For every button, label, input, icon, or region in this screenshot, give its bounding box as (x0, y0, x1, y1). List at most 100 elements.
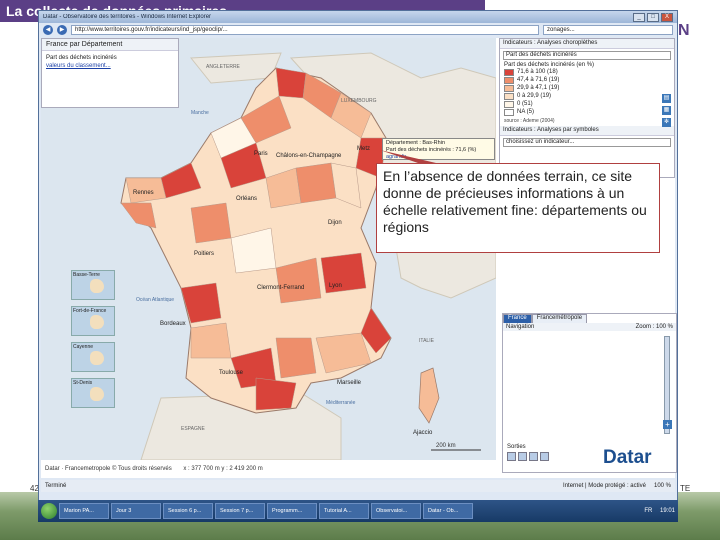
indicator-select[interactable]: Part des déchets incinérés (503, 51, 671, 60)
indicator-header: Indicateurs : Analyses choroplèthes (500, 39, 674, 49)
city-label: Orléans (236, 196, 258, 202)
city-label: Paris (254, 151, 268, 157)
legend-label: 29,9 à 47,1 (19) (517, 85, 560, 91)
legend-item: 0 (51) (500, 100, 674, 108)
legend-swatch (504, 92, 514, 100)
sea-label: Manche (191, 110, 209, 116)
legend-swatch (504, 100, 514, 108)
panel-title: France par Département (42, 39, 178, 51)
taskbar-item[interactable]: Jour 3 (111, 503, 161, 519)
zoom-level[interactable]: 100 % (654, 483, 671, 489)
map-footer: Datar · Francemetropole © Tous droits ré… (41, 464, 496, 475)
settings-icon[interactable]: ✻ (662, 118, 671, 127)
legend-item: 47,4 à 71,6 (19) (500, 76, 674, 84)
indicator-panel: Indicateurs : Analyses choroplèthes Part… (499, 38, 675, 178)
start-button[interactable] (41, 503, 57, 519)
taskbar: Marion PA... Jour 3 Session 6 p... Sessi… (38, 500, 678, 522)
legend-label: 0 à 29,9 (19) (517, 93, 552, 99)
minimize-button[interactable]: _ (633, 12, 645, 22)
close-button[interactable]: X (661, 12, 673, 22)
left-info-panel: France par Département Part des déchets … (41, 38, 179, 108)
table-icon[interactable]: ▤ (662, 94, 671, 103)
slide-footer-text: TE (680, 484, 691, 493)
sea-label: Méditerranée (326, 400, 356, 406)
legend-item: 29,9 à 47,1 (19) (500, 84, 674, 92)
slide-logo: N (678, 22, 690, 39)
legend: 71,6 à 100 (18) 47,4 à 71,6 (19) 29,9 à 47… (500, 68, 674, 116)
system-tray: FR 19:01 (644, 508, 675, 514)
legend-swatch (504, 84, 514, 92)
address-bar: ◀ ▶ http://www.territoires.gouv.fr/indic… (39, 23, 677, 36)
taskbar-item[interactable]: Session 6 p... (163, 503, 213, 519)
city-label: Toulouse (219, 370, 244, 376)
legend-swatch (504, 108, 514, 116)
security-zone: Internet | Mode protégé : activé (563, 483, 646, 489)
legend-label: 47,4 à 71,6 (19) (517, 77, 560, 83)
zoom-label: Zoom : 100 % (635, 324, 673, 330)
navigation-panel: France Francemétropole Navigation Zoom :… (502, 313, 677, 473)
chart-icon[interactable]: ▦ (662, 106, 671, 115)
overseas-insets: Basse-Terre Fort-de-France Cayenne St-De… (71, 270, 117, 450)
symbol-select[interactable]: choisissez un indicateur... (503, 138, 671, 147)
navigation-label: Navigation (506, 324, 535, 330)
taskbar-item[interactable]: Tutorial A... (319, 503, 369, 519)
city-label: Clermont-Ferrand (257, 285, 305, 291)
city-label: Ajaccio (413, 430, 433, 436)
city-label: Lyon (329, 283, 342, 289)
legend-swatch (504, 76, 514, 84)
city-label: Châlons-en-Champagne (276, 153, 342, 159)
language-indicator[interactable]: FR (644, 508, 652, 514)
city-label: Bordeaux (160, 321, 186, 327)
tab-france[interactable]: France (503, 314, 532, 323)
page-content: 200 km Rennes Paris Orléans Poitiers Bor… (41, 38, 677, 478)
maximize-button[interactable]: □ (647, 12, 659, 22)
source-text: source : Ademe (2004) (504, 118, 555, 124)
window-titlebar: Datar - Observatoire des territoires - W… (39, 11, 677, 23)
outputs-label: Sorties (507, 444, 526, 450)
city-label: Marseille (337, 380, 362, 386)
forward-icon[interactable]: ▶ (57, 24, 67, 35)
help-icon[interactable] (540, 452, 549, 461)
taskbar-item[interactable]: Datar - Ob... (423, 503, 473, 519)
country-label: ANGLETERRE (206, 64, 240, 70)
clock: 19:01 (659, 508, 675, 514)
symbol-header: Indicateurs : Analyses par symboles (500, 126, 674, 136)
ranking-link[interactable]: valeurs du classement... (46, 63, 111, 69)
print-icon[interactable] (507, 452, 516, 461)
taskbar-item[interactable]: Session 7 p... (215, 503, 265, 519)
inset-reunion: St-Denis (71, 378, 115, 408)
credits-text: Datar · Francemetropole © Tous droits ré… (45, 466, 172, 472)
url-input[interactable]: http://www.territoires.gouv.fr/indicateu… (71, 24, 539, 35)
back-icon[interactable]: ◀ (43, 24, 53, 35)
coordinates-readout: x : 377 700 m y : 2 419 200 m (183, 466, 263, 472)
browser-window: Datar - Observatoire des territoires - W… (38, 10, 678, 522)
zoom-in-button[interactable]: + (663, 420, 672, 429)
country-label: LUXEMBOURG (341, 98, 377, 104)
inset-guadeloupe: Basse-Terre (71, 270, 115, 300)
tooltip-department: Département : Bas-Rhin (386, 140, 445, 146)
taskbar-item[interactable]: Programm... (267, 503, 317, 519)
city-label: Metz (357, 146, 371, 152)
taskbar-item[interactable]: Marion PA... (59, 503, 109, 519)
export-icon[interactable] (518, 452, 527, 461)
tab-francemetropole[interactable]: Francemétropole (531, 314, 588, 323)
window-title: Datar - Observatoire des territoires - W… (43, 14, 212, 20)
legend-label: 0 (51) (517, 101, 533, 107)
indicator-label: Part des déchets incinérés (46, 55, 117, 61)
legend-swatch (504, 68, 514, 76)
city-label: Rennes (133, 190, 154, 196)
download-icon[interactable] (529, 452, 538, 461)
callout-box: En l’absence de données terrain, ce site… (376, 163, 660, 253)
search-input[interactable]: zonages... (543, 24, 673, 35)
sea-label: Océan Atlantique (136, 297, 175, 303)
legend-label: 71,6 à 100 (18) (517, 69, 558, 75)
inset-guyane: Cayenne (71, 342, 115, 372)
legend-item: 71,6 à 100 (18) (500, 68, 674, 76)
datar-logo: Datar (603, 447, 652, 468)
status-bar: Terminé Internet | Mode protégé : activé… (41, 480, 675, 492)
status-text: Terminé (45, 483, 67, 489)
scale-label: 200 km (436, 443, 456, 449)
tooltip-link[interactable]: agrandir... (386, 154, 491, 161)
taskbar-item[interactable]: Observatoi... (371, 503, 421, 519)
country-label: ITALIE (419, 338, 434, 344)
